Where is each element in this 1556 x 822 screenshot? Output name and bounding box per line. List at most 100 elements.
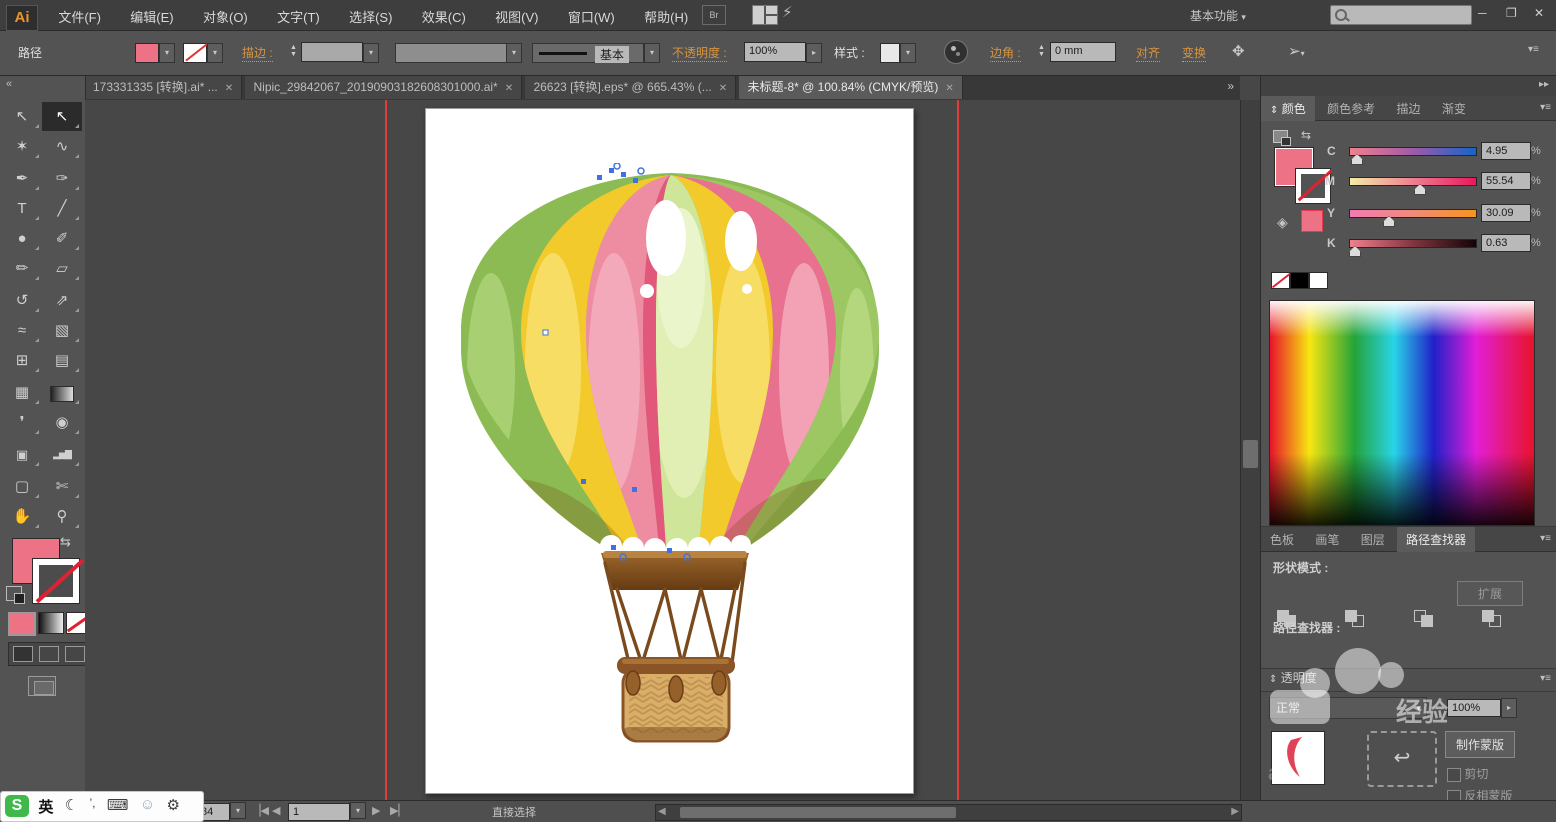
zoom-tool[interactable]: ⚲ [42, 502, 82, 531]
tab-close-icon[interactable]: ✕ [719, 83, 727, 94]
arrange-documents-icon[interactable] [752, 5, 778, 25]
ellipse-tool[interactable]: ● [2, 224, 42, 253]
black-swatch[interactable] [1290, 272, 1309, 289]
bridge-icon[interactable]: Br [702, 5, 726, 25]
gradient-tool[interactable] [42, 378, 82, 407]
mini-fill-stroke-icon[interactable] [1273, 130, 1288, 143]
white-swatch[interactable] [1309, 272, 1328, 289]
cyan-slider[interactable] [1349, 147, 1477, 156]
color-panel-menu-icon[interactable]: ▾≡ [1540, 102, 1551, 113]
guide-line-right[interactable] [957, 100, 959, 800]
yellow-value[interactable]: 30.09 [1481, 204, 1531, 222]
align-link[interactable]: 对齐 [1136, 44, 1160, 62]
eraser-tool[interactable]: ▱ [42, 254, 82, 283]
draw-normal-mode-button[interactable] [13, 646, 33, 662]
opacity-expand[interactable]: ▸ [806, 43, 822, 63]
ime-punctuation-icon[interactable]: ’, [90, 796, 96, 810]
vertical-scrollbar[interactable] [1240, 100, 1261, 800]
guide-line-left[interactable] [385, 100, 387, 800]
transparency-opacity-expand[interactable]: ▸ [1501, 698, 1517, 718]
artboard[interactable] [425, 108, 914, 794]
tab-overflow-icon[interactable]: » [1227, 79, 1234, 93]
transparency-panel-menu-icon[interactable]: ▾≡ [1540, 673, 1551, 684]
tab-pathfinder[interactable]: 路径查找器 [1397, 527, 1475, 552]
scroll-left-icon[interactable]: ◀ [658, 806, 666, 817]
column-graph-tool[interactable]: ▂▅▇ [42, 440, 82, 469]
isolate-selected-icon[interactable]: ✥ [1232, 42, 1245, 60]
menu-window[interactable]: 窗口(W) [555, 0, 628, 33]
symbol-sprayer-tool[interactable]: ▣ [2, 440, 42, 469]
make-mask-button[interactable]: 制作蒙版 [1445, 731, 1515, 758]
magic-wand-tool[interactable]: ✶ [2, 132, 42, 161]
ime-language-toggle[interactable]: 英 [38, 796, 53, 817]
minimize-button[interactable]: ─ [1478, 6, 1487, 20]
fill-dropdown-arrow[interactable]: ▾ [159, 43, 175, 63]
panel-menu-icon[interactable]: ▾≡ [1528, 44, 1539, 55]
style-swatch[interactable] [880, 43, 900, 63]
search-input[interactable] [1330, 5, 1472, 25]
width-profile-dropdown[interactable]: ▾ [506, 43, 522, 63]
menu-file[interactable]: 文件(F) [45, 0, 114, 33]
tab-color[interactable]: ⇕ 颜色 [1261, 96, 1315, 121]
next-artboard-icon[interactable]: ▶ [372, 804, 380, 817]
minus-front-icon[interactable] [1345, 610, 1364, 627]
lasso-tool[interactable]: ∿ [42, 132, 82, 161]
artboard-tool[interactable]: ▢ [2, 472, 42, 501]
black-slider[interactable] [1349, 239, 1477, 248]
corner-stepper[interactable]: ▲▼ [1036, 44, 1047, 58]
document-tab[interactable]: 173331335 [转换].ai* ...✕ [85, 76, 242, 99]
yellow-slider[interactable] [1349, 209, 1477, 218]
brush-dropdown[interactable]: ▾ [644, 43, 660, 63]
width-profile-preview[interactable] [395, 43, 507, 63]
horizontal-scrollbar-thumb[interactable] [680, 807, 956, 818]
default-fill-stroke-icon[interactable] [6, 586, 22, 601]
gradient-button[interactable] [38, 612, 64, 634]
menu-select[interactable]: 选择(S) [336, 0, 405, 33]
tab-close-icon[interactable]: ✕ [945, 83, 953, 94]
stroke-color-swatch[interactable] [183, 43, 207, 63]
magenta-slider[interactable] [1349, 177, 1477, 186]
document-tab-active[interactable]: 未标题-8* @ 100.84% (CMYK/预览)✕ [739, 76, 962, 99]
fill-color-button[interactable] [8, 612, 36, 636]
line-segment-tool[interactable]: ╱ [42, 194, 82, 223]
curvature-tool[interactable]: ✑ [42, 164, 82, 193]
eyedropper-tool[interactable]: ❜ [2, 408, 42, 437]
magenta-value[interactable]: 55.54 [1481, 172, 1531, 190]
blend-tool[interactable]: ◉ [42, 408, 82, 437]
pathfinder-panel-menu-icon[interactable]: ▾≡ [1540, 533, 1551, 544]
cyan-value[interactable]: 4.95 [1481, 142, 1531, 160]
ime-settings-icon[interactable]: ⚙ [167, 796, 180, 814]
recolor-artwork-icon[interactable] [944, 40, 968, 64]
transparency-opacity-value[interactable]: 100% [1447, 699, 1501, 717]
menu-object[interactable]: 对象(O) [190, 0, 261, 33]
ime-fullhalf-icon[interactable]: ☾ [65, 796, 78, 814]
prev-artboard-icon[interactable]: ◀ [272, 804, 280, 817]
document-tab[interactable]: Nipic_29842067_20190903182608301000.ai*✕ [245, 76, 522, 99]
rotate-tool[interactable]: ↺ [2, 286, 42, 315]
menu-effect[interactable]: 效果(C) [409, 0, 479, 33]
artboard-dropdown[interactable]: ▾ [350, 802, 366, 819]
balloon-artwork[interactable] [451, 163, 891, 753]
in-gamut-swatch[interactable] [1301, 210, 1323, 232]
gpu-performance-icon[interactable]: ⚡ [782, 3, 793, 21]
draw-inside-mode-button[interactable] [65, 646, 85, 662]
tab-gradient[interactable]: 渐变 [1433, 96, 1475, 121]
app-logo[interactable]: Ai [6, 5, 38, 31]
canvas-area[interactable] [85, 100, 1240, 800]
first-artboard-icon[interactable]: ▕◀ [252, 804, 269, 817]
exclude-icon[interactable] [1482, 610, 1501, 627]
transform-link[interactable]: 变换 [1182, 44, 1206, 62]
tab-brushes[interactable]: 画笔 [1306, 527, 1348, 552]
ime-keyboard-icon[interactable]: ⌨ [107, 796, 129, 814]
menu-view[interactable]: 视图(V) [482, 0, 551, 33]
swap-colors-icon[interactable]: ⇆ [1301, 128, 1311, 142]
perspective-grid-tool[interactable]: ▤ [42, 346, 82, 375]
ime-profile-icon[interactable]: ☺ [140, 796, 155, 813]
close-button[interactable]: ✕ [1534, 6, 1544, 20]
paintbrush-tool[interactable]: ✐ [42, 224, 82, 253]
restore-button[interactable]: ❐ [1506, 6, 1517, 20]
opacity-link[interactable]: 不透明度 : [672, 44, 727, 62]
direct-selection-tool[interactable]: ↖ [42, 102, 82, 131]
pencil-tool[interactable]: ✏ [2, 254, 42, 283]
toolbar-stroke-swatch[interactable] [32, 558, 80, 604]
